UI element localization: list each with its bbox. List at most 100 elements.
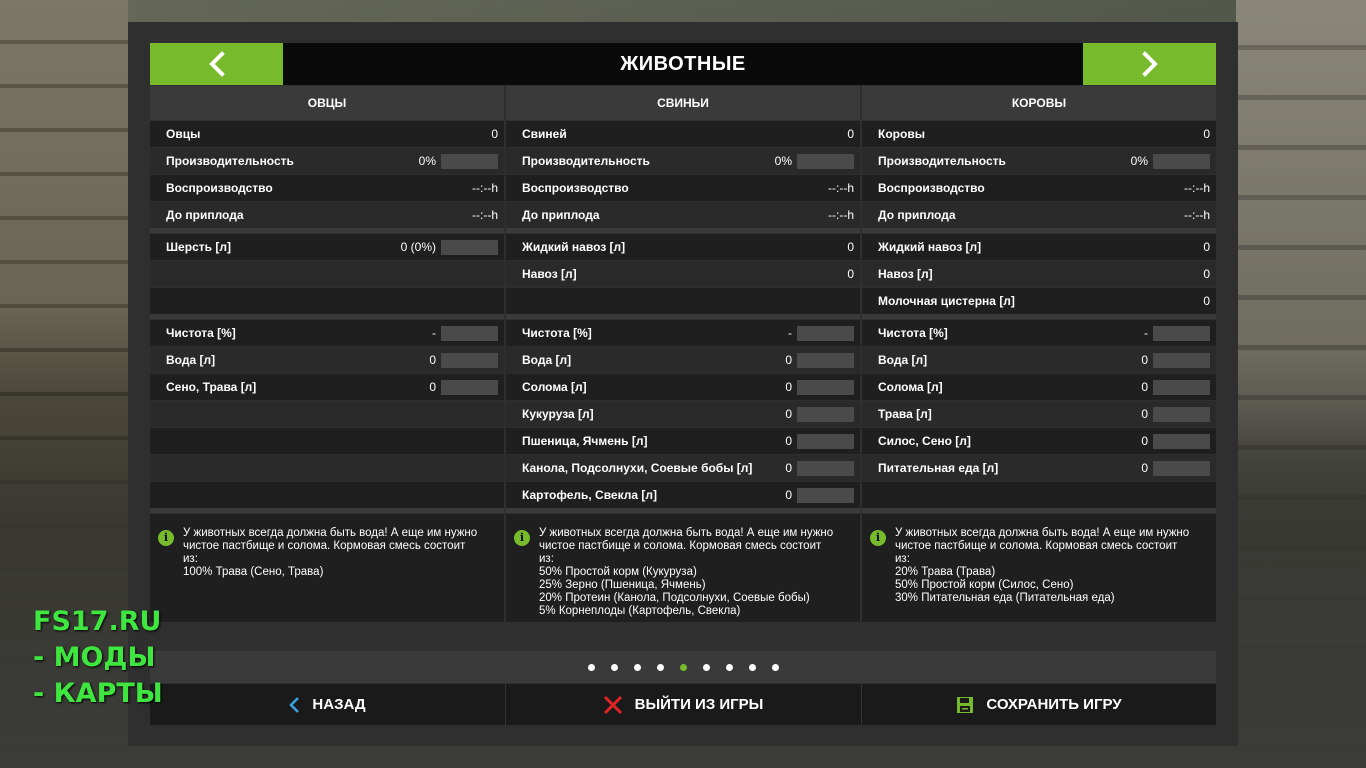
save-game-label: СОХРАНИТЬ ИГРУ (986, 696, 1122, 713)
chevron-right-icon (1141, 51, 1158, 77)
stat-label: Солома [л] (522, 380, 587, 394)
stat-row (150, 261, 504, 287)
info-text: У животных всегда должна быть вода! А ещ… (895, 527, 1190, 604)
stat-label: Чистота [%] (522, 326, 592, 340)
stat-label: Воспроизводство (878, 181, 985, 195)
stat-value: 0 (785, 434, 792, 448)
animal-column: КОРОВЫ Коровы 0 Производительность 0% Воспрои… (862, 86, 1216, 622)
stat-label: Воспроизводство (522, 181, 629, 195)
level-bar (1153, 352, 1210, 368)
animal-columns: ОВЦЫ Овцы 0 Производительность 0% Воспроизвод… (150, 86, 1216, 622)
info-icon: i (514, 530, 530, 546)
stat-label: Производительность (878, 154, 1006, 168)
stat-label: Канола, Подсолнухи, Соевые бобы [л] (522, 461, 753, 475)
page-dot[interactable] (610, 663, 618, 671)
prev-page-button[interactable] (150, 43, 283, 85)
page-dot[interactable] (656, 663, 664, 671)
page-dot[interactable] (725, 663, 733, 671)
section-divider (862, 228, 1216, 233)
stat-row: Пшеница, Ячмень [л] 0 (506, 428, 860, 454)
section-divider (150, 228, 504, 233)
watermark-line: FS17.RU (33, 606, 162, 637)
stat-row: До приплода --:--h (862, 202, 1216, 228)
info-box: i У животных всегда должна быть вода! А е… (862, 514, 1216, 622)
stat-row: Навоз [л] 0 (506, 261, 860, 287)
stat-row: Сено, Трава [л] 0 (150, 374, 504, 400)
stat-value: 0 (1203, 267, 1210, 281)
stat-label: Кукуруза [л] (522, 407, 594, 421)
stat-value: 0 (785, 407, 792, 421)
stat-row: Чистота [%] - (862, 320, 1216, 346)
section-divider (506, 314, 860, 319)
stat-row: Коровы 0 (862, 121, 1216, 147)
level-bar (797, 460, 854, 476)
stat-label: Вода [л] (522, 353, 572, 367)
level-bar (441, 325, 498, 341)
level-bar (797, 153, 854, 169)
level-bar (797, 487, 854, 503)
stat-value: 0% (1130, 154, 1148, 168)
next-page-button[interactable] (1083, 43, 1216, 85)
page-dot[interactable] (679, 663, 687, 671)
stat-row: Чистота [%] - (506, 320, 860, 346)
stat-row: Шерсть [л] 0 (0%) (150, 234, 504, 260)
page-dot[interactable] (633, 663, 641, 671)
chevron-left-icon (208, 51, 225, 77)
stat-row: Производительность 0% (506, 148, 860, 174)
column-title: КОРОВЫ (862, 86, 1216, 120)
back-button[interactable]: НАЗАД (150, 684, 504, 725)
stat-label: Трава [л] (878, 407, 932, 421)
stat-row (150, 428, 504, 454)
stat-value: 0 (785, 353, 792, 367)
level-bar (441, 379, 498, 395)
stat-value: 0 (491, 127, 498, 141)
info-box: i У животных всегда должна быть вода! А е… (506, 514, 860, 622)
section-divider (506, 228, 860, 233)
stat-value: 0 (1141, 434, 1148, 448)
level-bar (1153, 153, 1210, 169)
page-title: ЖИВОТНЫЕ (620, 52, 746, 75)
stat-label: Овцы (166, 127, 201, 141)
quit-game-button[interactable]: ВЫЙТИ ИЗ ИГРЫ (506, 684, 860, 725)
stat-label: Вода [л] (166, 353, 216, 367)
stat-value: 0 (1141, 353, 1148, 367)
level-bar (797, 379, 854, 395)
stat-row: Чистота [%] - (150, 320, 504, 346)
stat-row: Канола, Подсолнухи, Соевые бобы [л] 0 (506, 455, 860, 481)
stat-value: 0 (1141, 407, 1148, 421)
level-bar (1153, 460, 1210, 476)
site-watermark: FS17.RU - МОДЫ - КАРТЫ (33, 604, 163, 712)
save-game-button[interactable]: СОХРАНИТЬ ИГРУ (862, 684, 1216, 725)
stat-value: 0 (847, 267, 854, 281)
info-box: i У животных всегда должна быть вода! А е… (150, 514, 504, 622)
level-bar (1153, 325, 1210, 341)
stat-value: 0% (774, 154, 792, 168)
stat-row: До приплода --:--h (150, 202, 504, 228)
stat-label: Картофель, Свекла [л] (522, 488, 658, 502)
column-title: СВИНЬИ (506, 86, 860, 120)
stat-row: Жидкий навоз [л] 0 (862, 234, 1216, 260)
stat-row: Воспроизводство --:--h (506, 175, 860, 201)
page-dot[interactable] (702, 663, 710, 671)
animal-column: ОВЦЫ Овцы 0 Производительность 0% Воспроизвод… (150, 86, 504, 622)
stat-row: Навоз [л] 0 (862, 261, 1216, 287)
page-dot[interactable] (748, 663, 756, 671)
stat-row: Трава [л] 0 (862, 401, 1216, 427)
stat-row (862, 482, 1216, 508)
stat-value: --:--h (472, 208, 498, 222)
level-bar (797, 325, 854, 341)
level-bar (1153, 433, 1210, 449)
stat-row (150, 401, 504, 427)
stat-row: Жидкий навоз [л] 0 (506, 234, 860, 260)
page-dot[interactable] (771, 663, 779, 671)
stat-row: До приплода --:--h (506, 202, 860, 228)
stat-label: Солома [л] (878, 380, 943, 394)
level-bar (797, 406, 854, 422)
stat-label: Питательная еда [л] (878, 461, 999, 475)
stat-label: До приплода (166, 208, 244, 222)
stat-label: Навоз [л] (522, 267, 577, 281)
page-dot[interactable] (587, 663, 595, 671)
stat-label: Пшеница, Ячмень [л] (522, 434, 648, 448)
info-text: У животных всегда должна быть вода! А ещ… (539, 527, 834, 617)
info-icon: i (158, 530, 174, 546)
